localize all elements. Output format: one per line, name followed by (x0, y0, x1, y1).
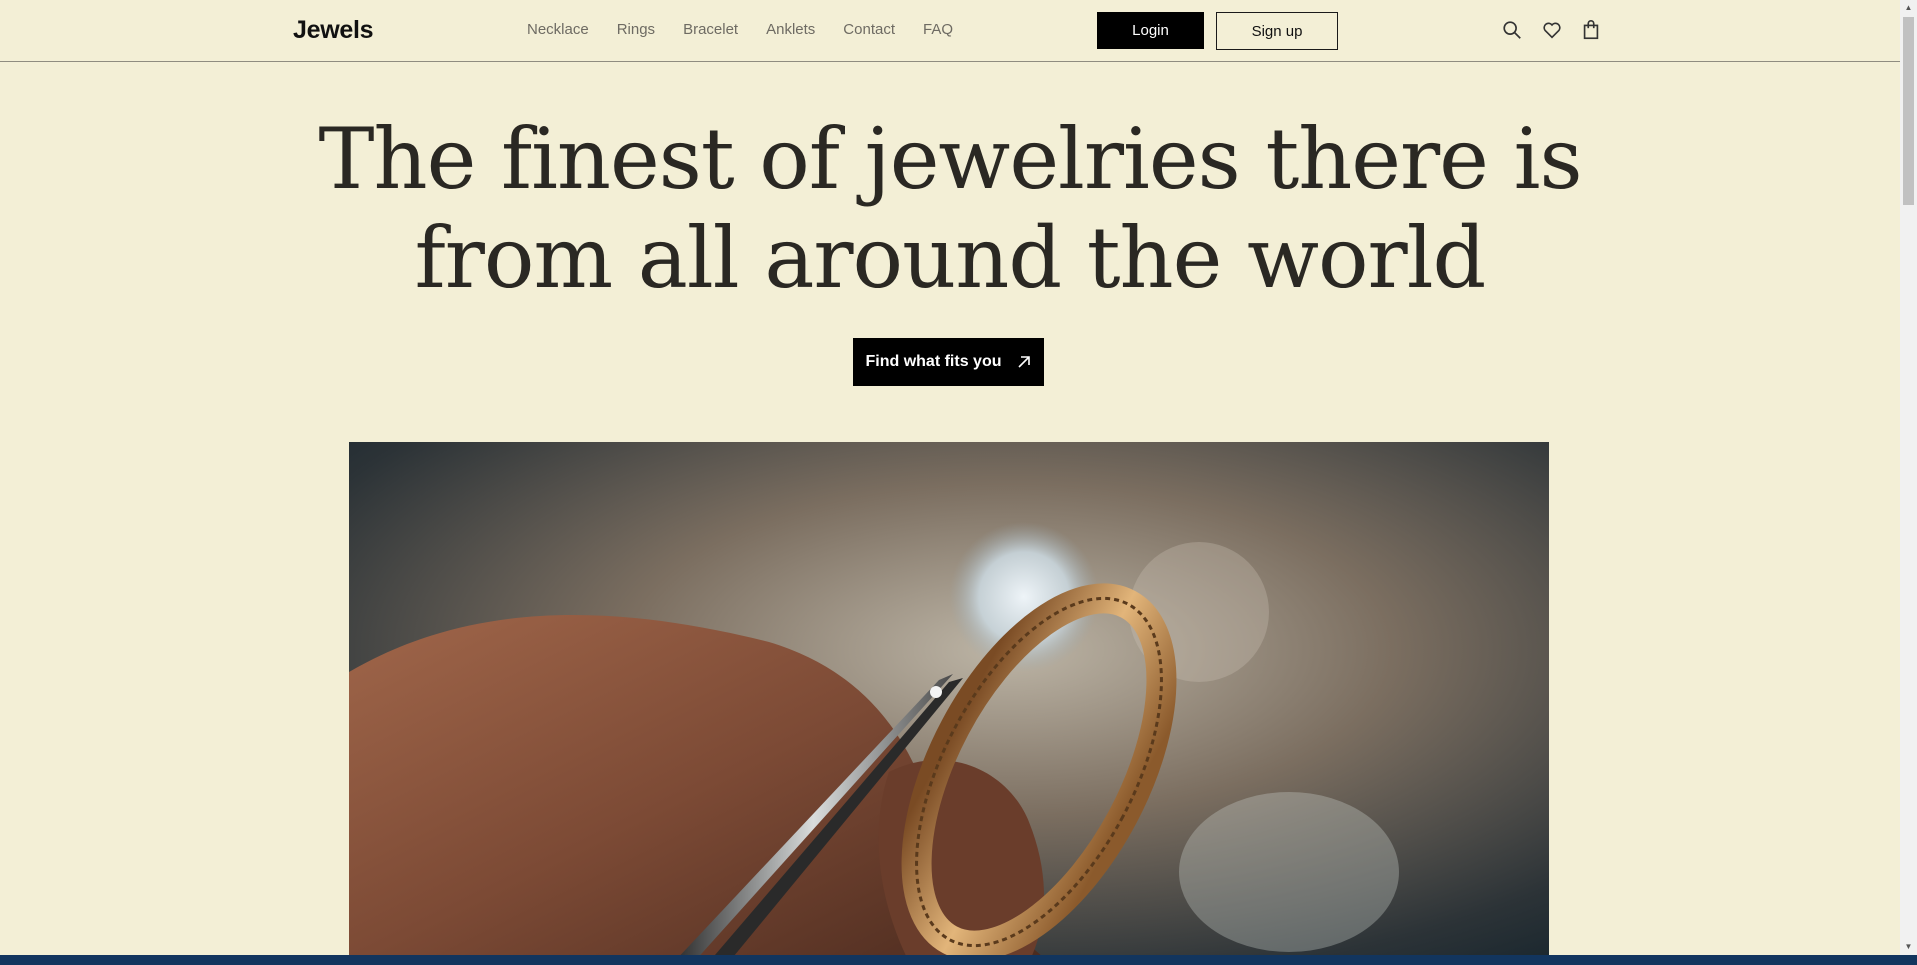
shopping-bag-icon[interactable] (1580, 19, 1602, 41)
taskbar (0, 955, 1917, 965)
scrollbar[interactable]: ▲ ▼ (1900, 0, 1917, 955)
nav-item-rings[interactable]: Rings (617, 21, 655, 38)
main-nav: Necklace Rings Bracelet Anklets Contact … (527, 21, 981, 38)
hero-title: The finest of jewelries there is from al… (0, 110, 1900, 308)
nav-item-bracelet[interactable]: Bracelet (683, 21, 738, 38)
page: Jewels Necklace Rings Bracelet Anklets C… (0, 0, 1900, 955)
arrow-up-right-icon (1017, 356, 1030, 368)
site-header: Jewels Necklace Rings Bracelet Anklets C… (0, 0, 1900, 62)
nav-item-faq[interactable]: FAQ (923, 21, 953, 38)
signup-button[interactable]: Sign up (1216, 12, 1338, 50)
find-what-fits-you-button[interactable]: Find what fits you (853, 338, 1044, 386)
scroll-up-icon[interactable]: ▲ (1904, 3, 1913, 12)
nav-item-necklace[interactable]: Necklace (527, 21, 589, 38)
cta-label: Find what fits you (865, 353, 1002, 370)
logo[interactable]: Jewels (293, 16, 374, 45)
nav-item-anklets[interactable]: Anklets (766, 21, 815, 38)
heart-icon[interactable] (1541, 19, 1563, 41)
scroll-thumb[interactable] (1903, 17, 1914, 205)
hero-image (349, 442, 1549, 955)
hero-title-line-2: from all around the world (414, 209, 1487, 307)
search-icon[interactable] (1501, 19, 1523, 41)
ring-photo (349, 442, 1549, 955)
login-button[interactable]: Login (1097, 12, 1204, 49)
nav-item-contact[interactable]: Contact (843, 21, 895, 38)
scroll-down-icon[interactable]: ▼ (1904, 942, 1913, 951)
hero-title-line-1: The finest of jewelries there is (318, 110, 1582, 208)
